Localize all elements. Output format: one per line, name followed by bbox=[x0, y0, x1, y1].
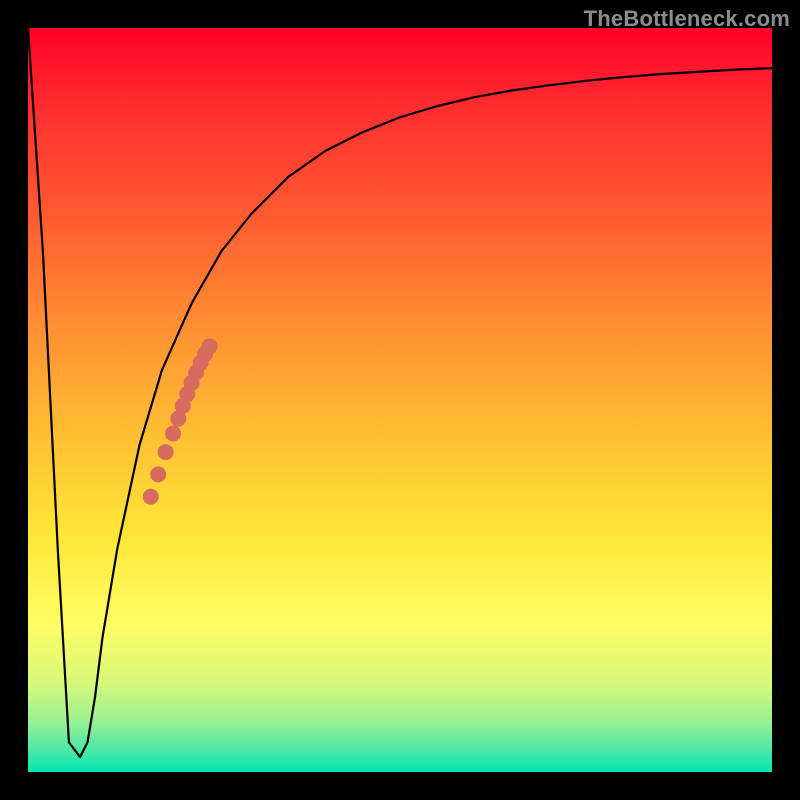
chart-svg bbox=[28, 28, 772, 772]
chart-frame: TheBottleneck.com bbox=[0, 0, 800, 800]
highlight-dot bbox=[202, 338, 218, 354]
bottleneck-curve bbox=[28, 28, 772, 757]
highlight-dot bbox=[150, 466, 166, 482]
chart-plot-area bbox=[28, 28, 772, 772]
highlight-dot bbox=[143, 489, 159, 505]
highlight-dot bbox=[165, 425, 181, 441]
highlight-dots-group bbox=[143, 338, 218, 504]
highlight-dot bbox=[158, 444, 174, 460]
